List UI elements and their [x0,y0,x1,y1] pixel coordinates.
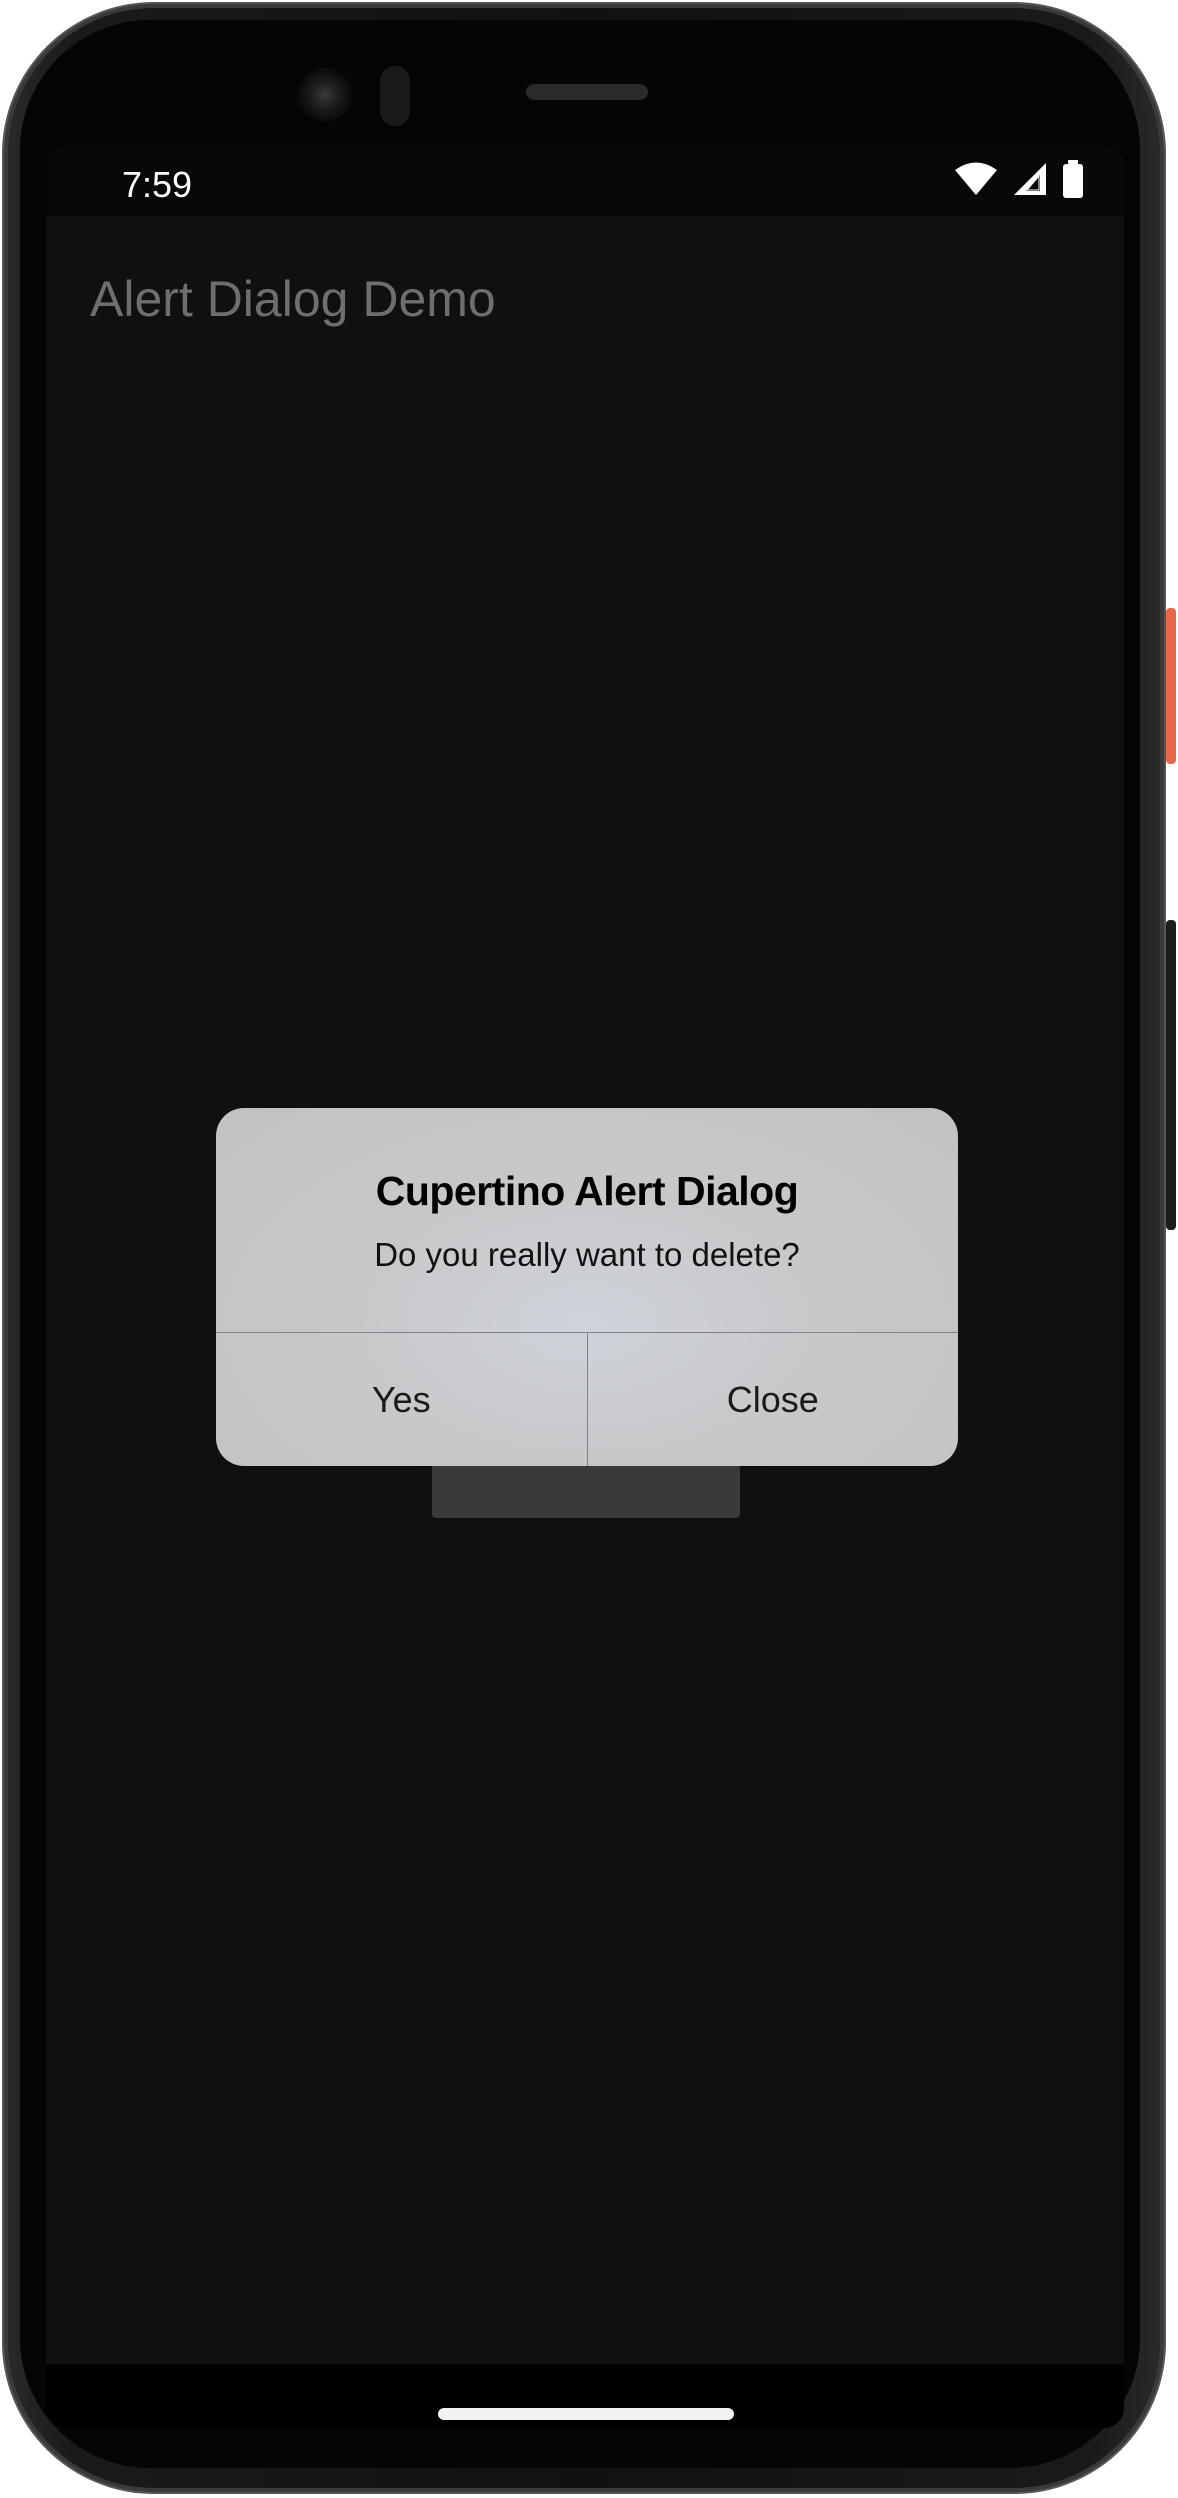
yes-button[interactable]: Yes [216,1333,587,1466]
phone-frame: 7:59 Alert Dialog Demo Cupertino Alert D… [0,0,1178,2498]
dialog-content: Cupertino Alert Dialog Do you really wan… [216,1108,958,1332]
home-gesture-handle[interactable] [438,2408,734,2420]
status-time: 7:59 [122,164,193,205]
power-button [1166,608,1176,764]
volume-button [1166,920,1176,1230]
status-bar: 7:59 [46,146,1124,216]
battery-icon [1062,160,1084,203]
front-camera [298,68,352,122]
dialog-actions: Yes Close [216,1333,958,1466]
dialog-title: Cupertino Alert Dialog [375,1168,799,1214]
status-icons [954,160,1084,203]
app-title: Alert Dialog Demo [90,271,496,327]
navigation-bar [46,2364,1124,2428]
earpiece-speaker [526,84,648,100]
show-dialog-button[interactable] [432,1460,740,1518]
close-button[interactable]: Close [588,1333,959,1466]
dialog-message: Do you really want to delete? [374,1236,800,1273]
cupertino-alert-dialog: Cupertino Alert Dialog Do you really wan… [216,1108,958,1466]
wifi-icon [954,161,998,202]
proximity-sensor [380,66,410,126]
cellular-signal-icon [1012,161,1048,202]
